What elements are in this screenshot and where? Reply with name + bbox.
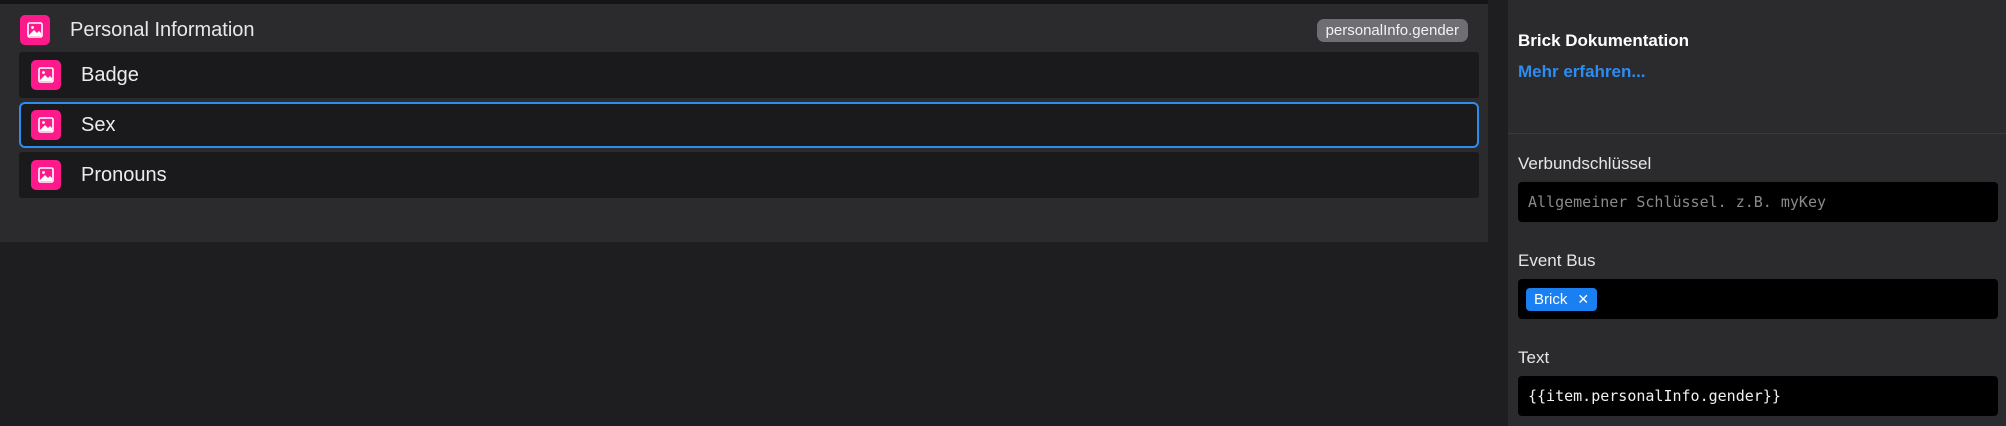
divider [1508,133,2006,134]
image-icon [31,110,61,140]
text-label: Text [1518,348,1550,367]
event-bus-label: Event Bus [1518,251,1596,270]
inspector-panel: Brick Dokumentation Mehr erfahren... Ver… [1508,0,2006,426]
event-bus-tag-label: Brick [1534,290,1568,308]
event-bus-input[interactable]: Brick ✕ [1518,279,1998,319]
image-icon [31,160,61,190]
image-icon [31,60,61,90]
brick-tree-panel: Personal Information personalInfo.gender… [0,4,1488,242]
tree-header-personal-information[interactable]: Personal Information personalInfo.gender [0,10,1488,50]
event-bus-tag: Brick ✕ [1526,287,1598,311]
tree-item-label: Pronouns [81,163,167,186]
tree-item-sex[interactable]: Sex [19,102,1479,148]
variable-badge: personalInfo.gender [1316,19,1468,42]
composite-key-label: Verbundschlüssel [1518,154,1652,173]
tree-item-badge[interactable]: Badge [19,52,1479,98]
canvas-area: Personal Information personalInfo.gender… [0,0,1488,426]
composite-key-input[interactable]: Allgemeiner Schlüssel. z.B. myKey [1518,182,1998,222]
text-value: {{item.personalInfo.gender}} [1528,387,1781,405]
remove-tag-icon[interactable]: ✕ [1577,291,1589,308]
brick-documentation-title: Brick Dokumentation [1518,31,1689,50]
composite-key-placeholder: Allgemeiner Schlüssel. z.B. myKey [1528,193,1827,211]
child-list: Badge Sex Pronouns [19,52,1479,202]
tree-header-label: Personal Information [70,18,255,41]
tree-item-label: Sex [81,113,116,136]
tree-item-pronouns[interactable]: Pronouns [19,152,1479,198]
text-input[interactable]: {{item.personalInfo.gender}} [1518,376,1998,416]
learn-more-link[interactable]: Mehr erfahren... [1518,62,1646,82]
tree-item-label: Badge [81,63,139,86]
image-icon [20,15,50,45]
